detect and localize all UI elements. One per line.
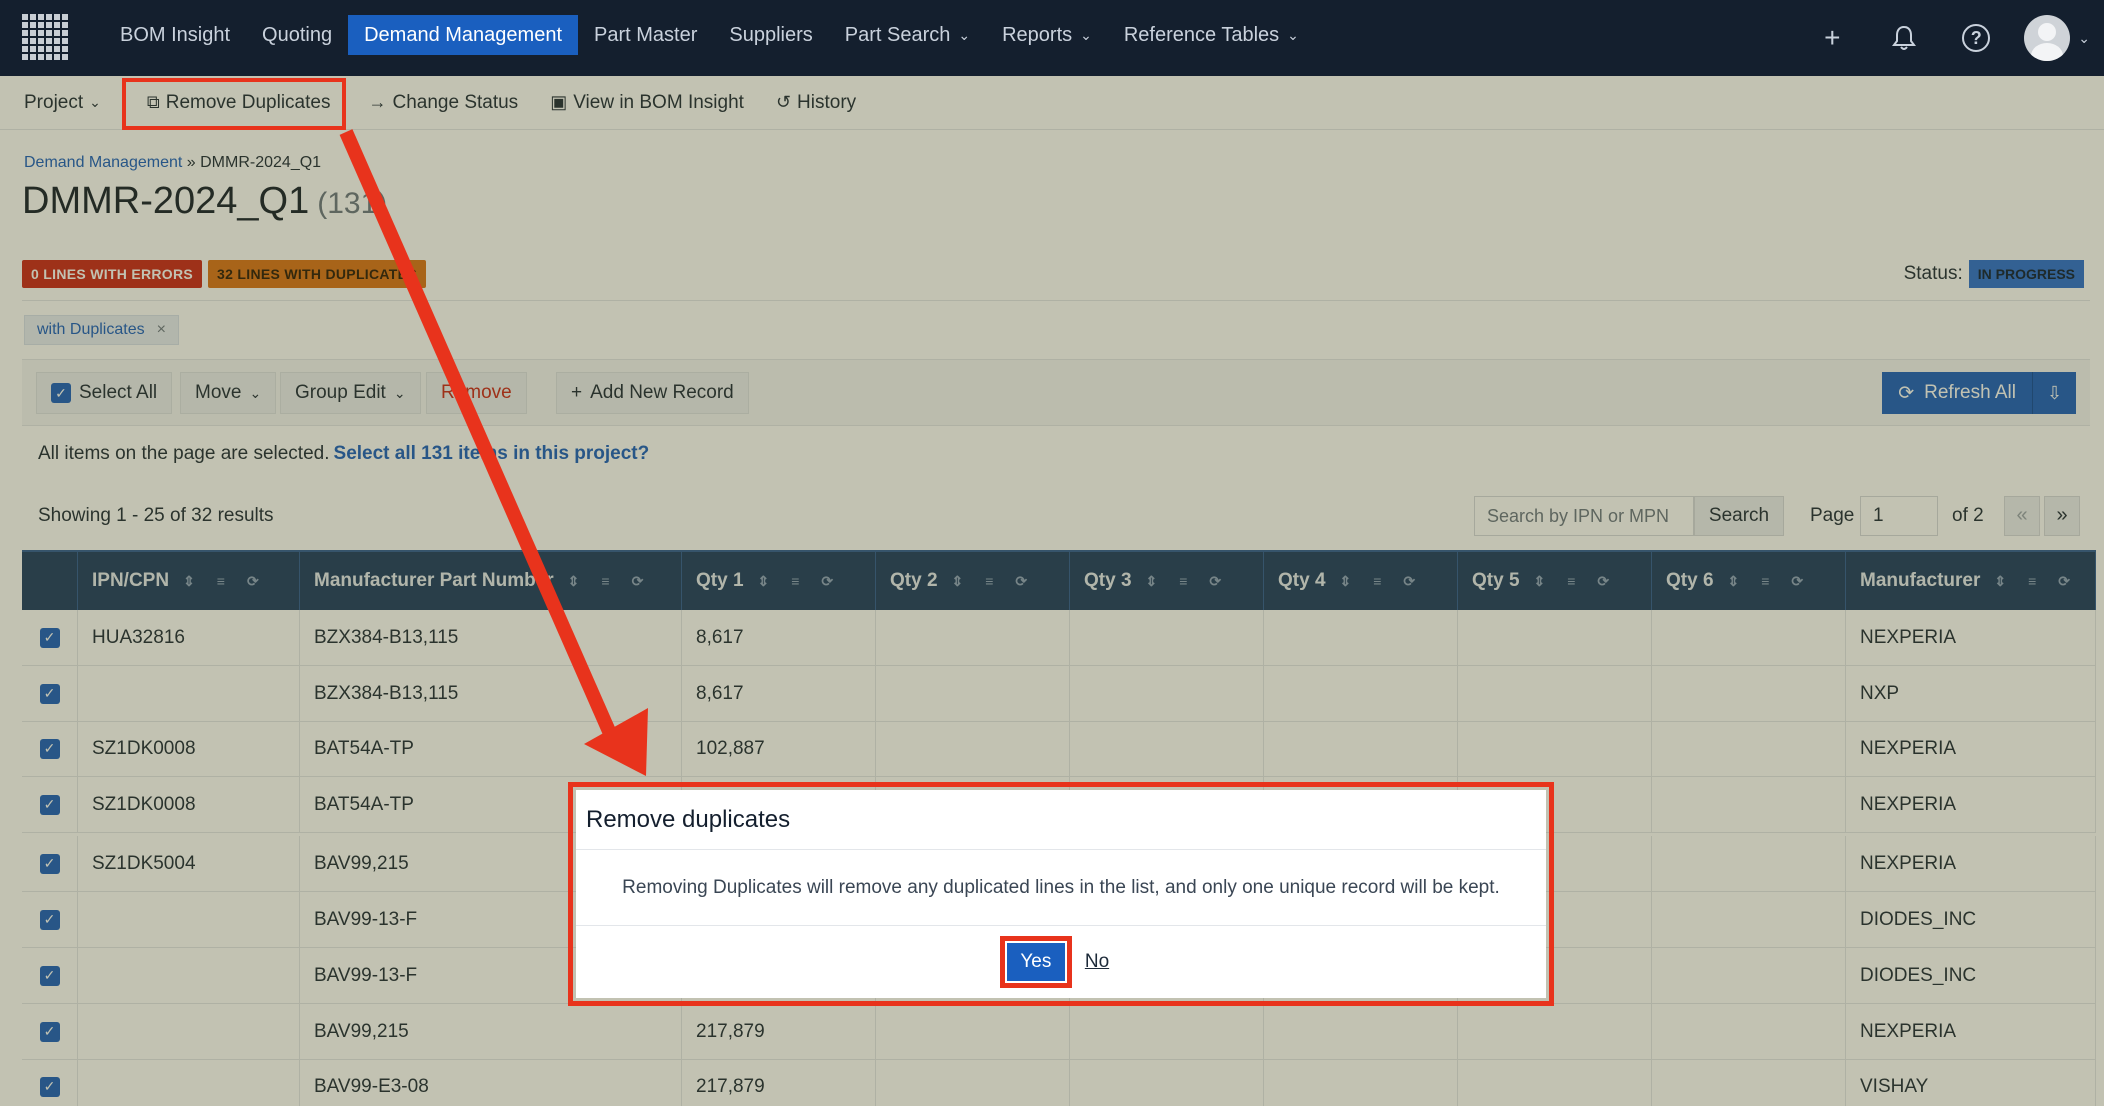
- nav-bom-insight[interactable]: BOM Insight: [104, 15, 246, 55]
- nav-quoting[interactable]: Quoting: [246, 15, 348, 55]
- plus-icon[interactable]: +: [1814, 20, 1850, 56]
- remove-duplicates-dialog: Remove duplicates Removing Duplicates wi…: [576, 790, 1546, 998]
- chevron-down-icon: ⌄: [1287, 27, 1299, 43]
- nav-suppliers[interactable]: Suppliers: [713, 15, 828, 55]
- app-grid-icon[interactable]: [22, 14, 68, 60]
- yes-button[interactable]: Yes: [999, 936, 1072, 988]
- nav-menu: BOM Insight Quoting Demand Management Pa…: [104, 15, 1315, 55]
- nav-reference-tables[interactable]: Reference Tables ⌄: [1108, 15, 1315, 55]
- help-icon[interactable]: ?: [1958, 20, 1994, 56]
- nav-right: + ? ⌄: [1796, 0, 2104, 76]
- chevron-down-icon: ⌄: [958, 27, 971, 43]
- nav-part-master[interactable]: Part Master: [578, 15, 713, 55]
- dialog-message: Removing Duplicates will remove any dupl…: [576, 850, 1546, 926]
- avatar[interactable]: [2024, 15, 2071, 61]
- chevron-down-icon[interactable]: ⌄: [2078, 30, 2090, 47]
- chevron-down-icon: ⌄: [1080, 27, 1092, 43]
- top-nav: BOM Insight Quoting Demand Management Pa…: [0, 0, 2104, 76]
- remove-duplicates-highlight: [122, 78, 346, 130]
- no-button[interactable]: No: [1079, 951, 1115, 973]
- nav-demand-management[interactable]: Demand Management: [348, 15, 578, 55]
- dialog-title: Remove duplicates: [576, 790, 1546, 850]
- nav-part-search[interactable]: Part Search ⌄: [829, 15, 986, 55]
- nav-reports[interactable]: Reports ⌄: [986, 15, 1108, 55]
- dialog-footer: Yes No: [576, 926, 1546, 998]
- bell-icon[interactable]: [1886, 20, 1922, 56]
